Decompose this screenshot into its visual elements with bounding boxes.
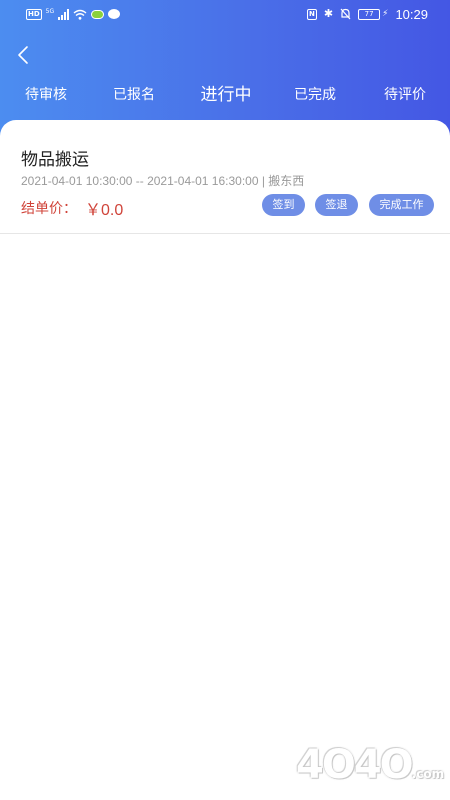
nfc-icon: N <box>306 8 317 20</box>
order-card[interactable]: 物品搬运 2021-04-01 10:30:00 -- 2021-04-01 1… <box>0 120 450 234</box>
order-time-category: 2021-04-01 10:30:00 -- 2021-04-01 16:30:… <box>21 174 305 188</box>
order-list: 物品搬运 2021-04-01 10:30:00 -- 2021-04-01 1… <box>0 120 450 800</box>
green-app-icon <box>91 9 105 19</box>
order-title: 物品搬运 <box>21 150 89 170</box>
battery-icon: 77 <box>358 8 381 20</box>
check-in-button[interactable]: 签到 <box>262 194 305 216</box>
tab-in-progress[interactable]: 进行中 <box>192 80 260 110</box>
chat-icon <box>108 9 121 19</box>
tab-completed[interactable]: 已完成 <box>287 80 343 110</box>
mute-icon <box>340 8 351 20</box>
hd-badge: HD <box>26 8 42 20</box>
tab-pending-rating[interactable]: 待评价 <box>377 80 433 110</box>
price-row: 结单价： ￥0.0 <box>21 198 124 219</box>
bluetooth-icon: ✱ <box>323 7 334 20</box>
clock-time: 10:29 <box>395 6 428 22</box>
watermark-logo: 4O4O.com <box>296 742 446 794</box>
tab-pending-review[interactable]: 待审核 <box>18 80 74 110</box>
status-bar: HD 5G N ✱ 77 ⚡ 10:29 <box>0 0 450 28</box>
wifi-icon <box>73 9 87 20</box>
header-bar: HD 5G N ✱ 77 ⚡ 10:29 待审核 已报名 进行中 已完成 待评价 <box>0 0 450 140</box>
complete-work-button[interactable]: 完成工作 <box>369 194 434 216</box>
status-right-group: N ✱ 77 ⚡ 10:29 <box>306 6 428 22</box>
charging-icon: ⚡ <box>382 9 389 19</box>
signal-icon <box>58 8 70 20</box>
network-type: 5G <box>45 7 55 15</box>
chevron-left-icon <box>18 46 28 64</box>
tab-registered[interactable]: 已报名 <box>106 80 162 110</box>
check-out-button[interactable]: 签退 <box>315 194 358 216</box>
status-tabs: 待审核 已报名 进行中 已完成 待评价 <box>0 80 450 110</box>
watermark-suffix: .com <box>411 767 445 781</box>
price-label: 结单价： <box>21 201 77 217</box>
status-left-group: HD 5G <box>26 7 121 21</box>
back-button[interactable] <box>12 42 34 68</box>
watermark-text: 4O4O <box>296 742 414 788</box>
price-value: ￥0.0 <box>85 202 124 219</box>
